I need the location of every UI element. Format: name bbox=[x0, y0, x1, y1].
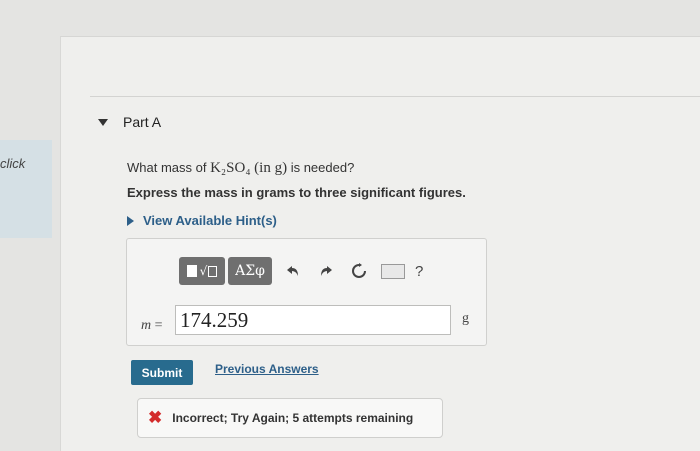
chevron-down-icon[interactable] bbox=[98, 118, 108, 126]
variable-symbol: m bbox=[141, 318, 152, 333]
chevron-right-icon bbox=[127, 215, 134, 226]
question-prefix: What mass of bbox=[127, 160, 211, 175]
answer-input[interactable] bbox=[175, 305, 451, 335]
undo-icon[interactable] bbox=[281, 259, 305, 283]
feedback-text: Incorrect; Try Again; 5 attempts remaini… bbox=[172, 411, 414, 425]
x-icon: ✖ bbox=[148, 408, 163, 427]
click-label: click bbox=[0, 156, 26, 171]
answer-box: √ ΑΣφ ? m = g bbox=[126, 238, 487, 346]
previous-answers-link[interactable]: Previous Answers bbox=[215, 362, 319, 376]
redo-icon[interactable] bbox=[314, 259, 338, 283]
section-divider bbox=[90, 96, 700, 97]
symbols-button[interactable]: ΑΣφ bbox=[228, 257, 272, 285]
part-header[interactable]: Part A bbox=[98, 114, 161, 130]
hints-label: View Available Hint(s) bbox=[143, 213, 277, 228]
reset-icon[interactable] bbox=[347, 259, 371, 283]
question-text: What mass of K₂SO₄ (in g) is needed? bbox=[127, 160, 354, 177]
submit-button[interactable]: Submit bbox=[131, 360, 193, 385]
answer-unit: g bbox=[462, 311, 469, 326]
templates-icon: √ bbox=[186, 264, 218, 278]
keyboard-icon[interactable] bbox=[381, 263, 405, 279]
part-title: Part A bbox=[123, 114, 162, 130]
view-hints-link[interactable]: View Available Hint(s) bbox=[127, 213, 277, 228]
answer-variable-label: m = bbox=[141, 318, 163, 334]
math-toolbar: √ ΑΣφ ? bbox=[179, 257, 423, 285]
question-instruction: Express the mass in grams to three signi… bbox=[127, 185, 466, 200]
question-suffix: is needed? bbox=[287, 160, 355, 175]
equals-sign: = bbox=[154, 318, 163, 333]
chemical-formula: K₂SO₄ bbox=[210, 160, 251, 176]
feedback-message: ✖ Incorrect; Try Again; 5 attempts remai… bbox=[137, 398, 443, 438]
left-side-tab[interactable]: click bbox=[0, 140, 52, 238]
templates-button[interactable]: √ bbox=[179, 257, 225, 285]
help-button[interactable]: ? bbox=[415, 263, 423, 280]
question-unit-note: (in g) bbox=[254, 160, 288, 176]
